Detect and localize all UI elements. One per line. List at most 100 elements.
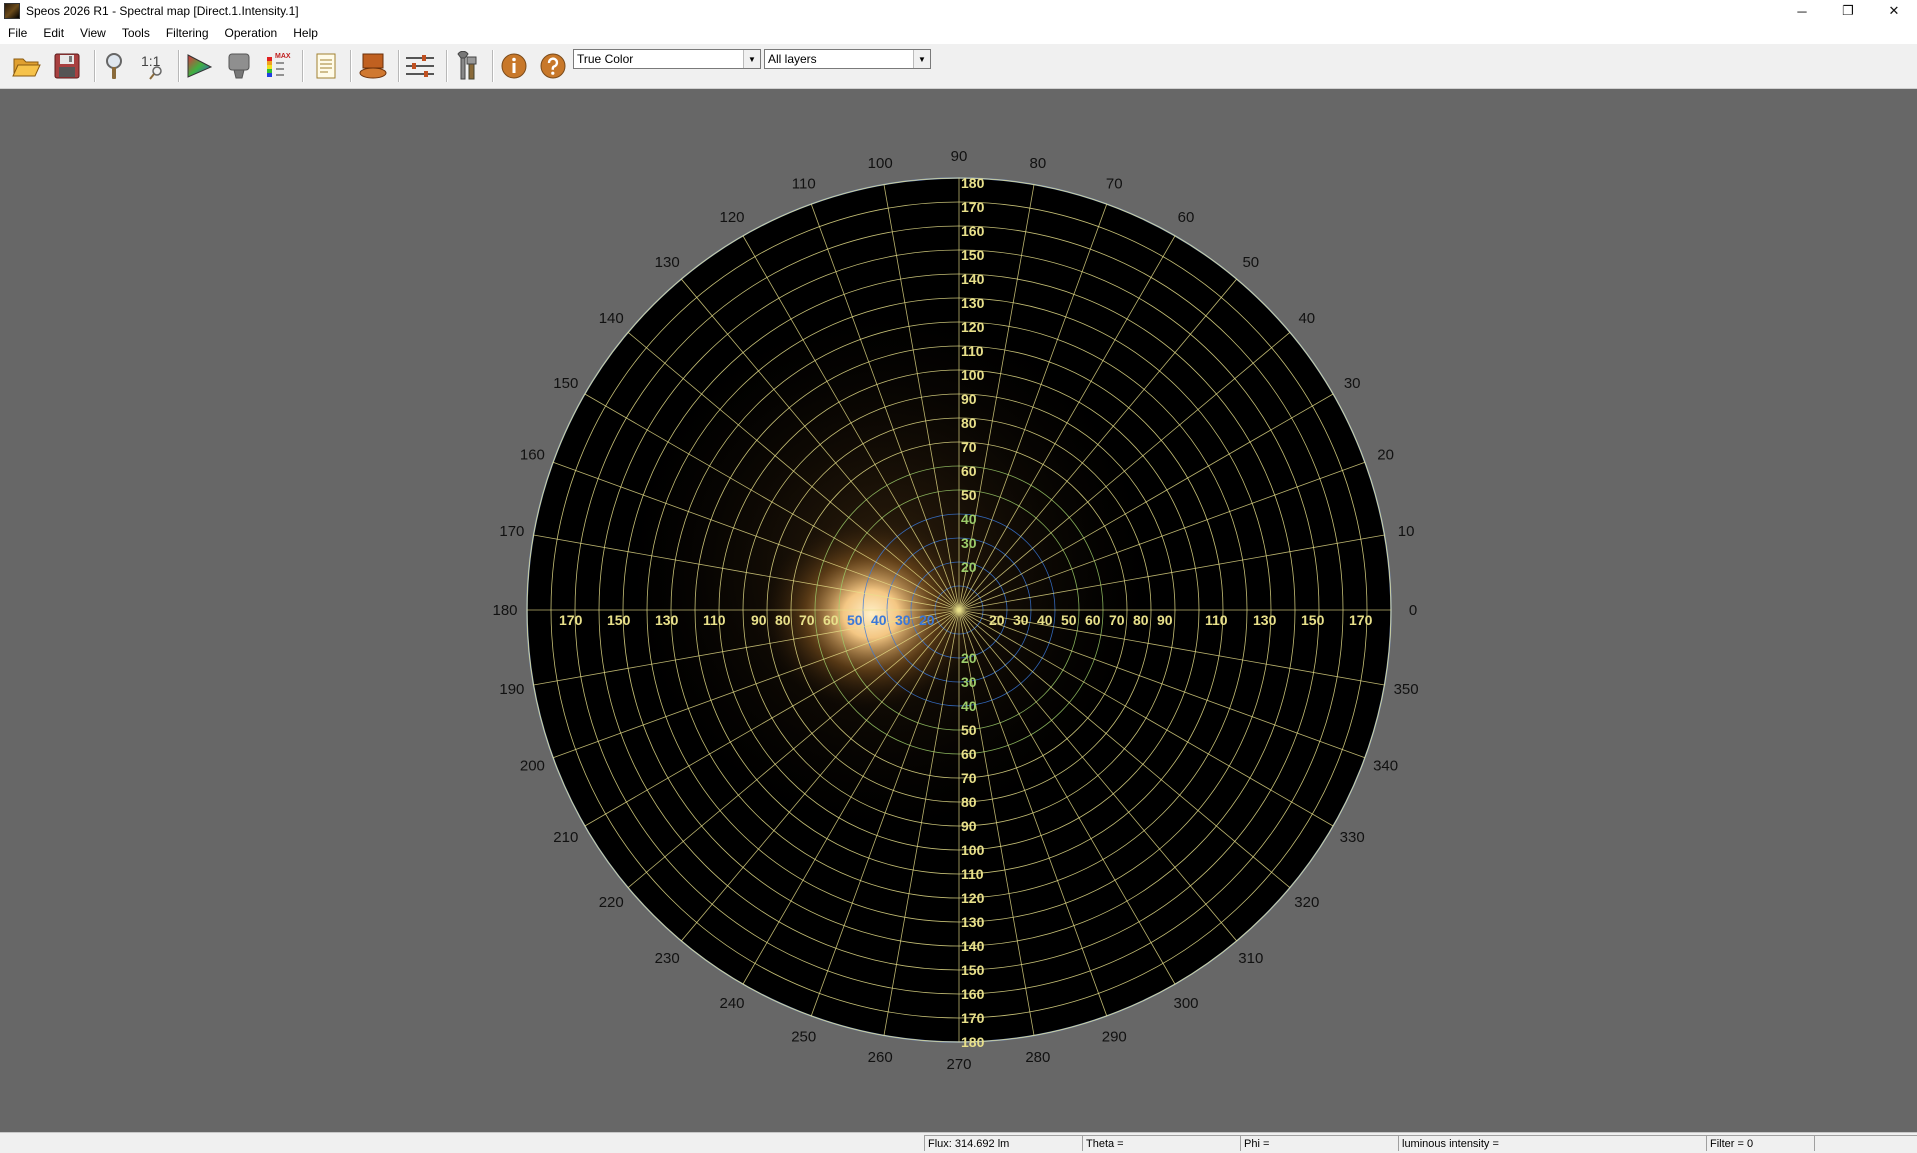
phi-tick-label: 130 bbox=[655, 254, 680, 271]
zoom-button[interactable] bbox=[98, 49, 132, 83]
menu-tools[interactable]: Tools bbox=[114, 26, 158, 40]
help-button[interactable] bbox=[536, 49, 570, 83]
open-button[interactable] bbox=[10, 49, 44, 83]
theta-axis-label: 40 bbox=[871, 612, 887, 628]
status-bar: Flux: 314.692 lm Theta = Phi = luminous … bbox=[0, 1132, 1917, 1153]
help-icon bbox=[540, 53, 566, 79]
phi-tick-label: 40 bbox=[1298, 310, 1315, 327]
theta-axis-label: 110 bbox=[961, 866, 984, 882]
layer-select[interactable]: All layers ▼ bbox=[764, 49, 931, 69]
phi-tick-label: 210 bbox=[553, 829, 578, 846]
phi-tick-label: 170 bbox=[499, 523, 524, 540]
surface-button[interactable] bbox=[356, 49, 390, 83]
theta-axis-label: 130 bbox=[961, 914, 985, 930]
info-icon bbox=[501, 53, 527, 79]
levels-button[interactable] bbox=[403, 49, 437, 83]
theta-axis-label: 170 bbox=[559, 612, 583, 628]
one-to-one-button[interactable]: 1:1 bbox=[136, 49, 170, 83]
phi-tick-label: 20 bbox=[1377, 447, 1394, 464]
theta-axis-label: 20 bbox=[961, 650, 977, 666]
theta-axis-label: 50 bbox=[1061, 612, 1077, 628]
phi-tick-label: 310 bbox=[1238, 950, 1263, 967]
theta-axis-label: 80 bbox=[775, 612, 791, 628]
gray-shape-icon bbox=[228, 53, 250, 79]
phi-tick-label: 30 bbox=[1344, 375, 1361, 392]
theta-axis-label: 170 bbox=[961, 1010, 985, 1026]
phi-tick-label: 160 bbox=[520, 447, 545, 464]
phi-tick-label: 10 bbox=[1398, 523, 1415, 540]
info-button[interactable] bbox=[497, 49, 531, 83]
color-scale-max-icon: MAX bbox=[267, 53, 291, 77]
toolbar-separator bbox=[350, 50, 352, 82]
theta-axis-label: 70 bbox=[799, 612, 815, 628]
theta-axis-label: 100 bbox=[961, 842, 985, 858]
zoom-icon bbox=[106, 53, 122, 79]
menu-filtering[interactable]: Filtering bbox=[158, 26, 217, 40]
report-button[interactable] bbox=[309, 49, 343, 83]
title-bar: Speos 2026 R1 - Spectral map [Direct.1.I… bbox=[0, 0, 1917, 22]
phi-tick-label: 250 bbox=[791, 1029, 816, 1046]
phi-tick-label: 190 bbox=[499, 681, 524, 698]
window-controls: ─ ❐ ✕ bbox=[1779, 0, 1917, 22]
theta-axis-label: 170 bbox=[1349, 612, 1373, 628]
chevron-down-icon[interactable]: ▼ bbox=[913, 50, 930, 68]
svg-text:MAX: MAX bbox=[275, 53, 291, 60]
theta-axis-label: 90 bbox=[1157, 612, 1173, 628]
minimize-button[interactable]: ─ bbox=[1779, 0, 1825, 22]
phi-tick-label: 270 bbox=[946, 1056, 971, 1073]
phi-tick-label: 220 bbox=[599, 894, 624, 911]
chevron-down-icon[interactable]: ▼ bbox=[743, 50, 760, 68]
toolbar-separator bbox=[94, 50, 96, 82]
theta-axis-label: 150 bbox=[961, 962, 985, 978]
save-icon bbox=[54, 53, 80, 79]
phi-tick-label: 350 bbox=[1394, 681, 1419, 698]
menu-edit[interactable]: Edit bbox=[35, 26, 72, 40]
phi-tick-label: 50 bbox=[1242, 254, 1259, 271]
color-triangle-icon bbox=[187, 54, 213, 78]
theta-axis-label: 20 bbox=[919, 612, 935, 628]
status-flux: Flux: 314.692 lm bbox=[924, 1135, 1082, 1151]
save-button[interactable] bbox=[50, 49, 84, 83]
surface-icon bbox=[359, 53, 387, 79]
theta-axis-label: 80 bbox=[1133, 612, 1149, 628]
phi-tick-label: 340 bbox=[1373, 757, 1398, 774]
theta-axis-label: 30 bbox=[961, 535, 977, 551]
max-button[interactable]: MAX bbox=[262, 49, 296, 83]
theta-axis-label: 140 bbox=[961, 271, 985, 287]
status-theta: Theta = bbox=[1082, 1135, 1240, 1151]
theta-axis-label: 110 bbox=[703, 612, 726, 628]
menu-help[interactable]: Help bbox=[285, 26, 326, 40]
tools-button[interactable] bbox=[450, 49, 484, 83]
theta-axis-label: 110 bbox=[1205, 612, 1228, 628]
phi-tick-label: 290 bbox=[1102, 1029, 1127, 1046]
toolbar: 1:1 MAX True Color ▼ All layers ▼ bbox=[0, 44, 1917, 89]
theta-axis-label: 130 bbox=[1253, 612, 1277, 628]
phi-tick-label: 320 bbox=[1294, 894, 1319, 911]
open-folder-icon bbox=[12, 58, 41, 77]
menu-view[interactable]: View bbox=[72, 26, 114, 40]
theta-axis-label: 60 bbox=[961, 746, 977, 762]
close-button[interactable]: ✕ bbox=[1871, 0, 1917, 22]
theta-axis-label: 150 bbox=[607, 612, 631, 628]
menu-operation[interactable]: Operation bbox=[217, 26, 286, 40]
color-button[interactable] bbox=[182, 49, 216, 83]
theta-axis-label: 40 bbox=[961, 511, 977, 527]
polar-intensity-map[interactable]: 0 10 20 30 40 50 60 70 80 90 100 110 120 130 140 150 160… bbox=[0, 89, 1917, 1132]
theta-axis-label: 160 bbox=[961, 986, 985, 1002]
theta-axis-label: 140 bbox=[961, 938, 985, 954]
theta-axis-label: 160 bbox=[961, 223, 985, 239]
gray-button[interactable] bbox=[222, 49, 256, 83]
phi-tick-label: 150 bbox=[553, 375, 578, 392]
color-mode-select[interactable]: True Color ▼ bbox=[573, 49, 761, 69]
theta-axis-label: 110 bbox=[961, 343, 984, 359]
theta-axis-label: 170 bbox=[961, 199, 985, 215]
app-icon bbox=[4, 3, 20, 19]
theta-axis-label: 180 bbox=[961, 175, 985, 191]
menu-file[interactable]: File bbox=[0, 26, 35, 40]
status-empty bbox=[1814, 1135, 1917, 1151]
phi-tick-label: 260 bbox=[868, 1049, 893, 1066]
map-viewport[interactable]: 0 10 20 30 40 50 60 70 80 90 100 110 120 130 140 150 160… bbox=[0, 89, 1917, 1132]
theta-axis-label: 50 bbox=[847, 612, 863, 628]
theta-axis-label: 70 bbox=[1109, 612, 1125, 628]
restore-button[interactable]: ❐ bbox=[1825, 0, 1871, 22]
